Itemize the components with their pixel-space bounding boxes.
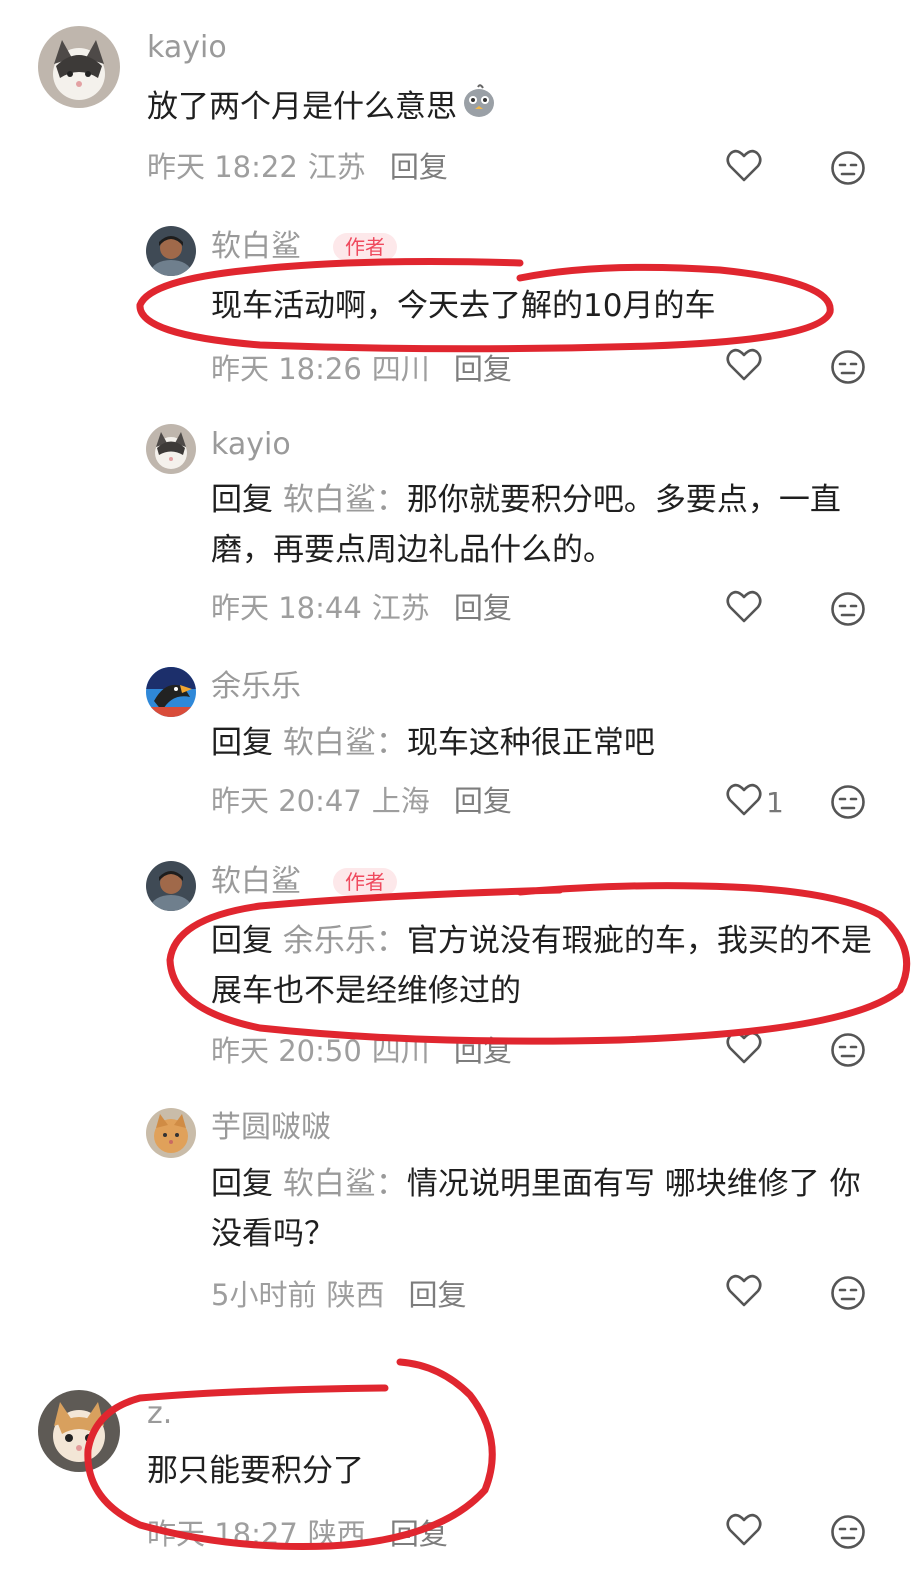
username[interactable]: z. (147, 1396, 172, 1432)
location: 四川 (371, 1034, 430, 1068)
heart-icon (726, 348, 762, 386)
comment-body: 放了两个月是什么意思 (147, 89, 457, 125)
comment-meta: 昨天 20:50 四川 回复 (211, 1033, 522, 1069)
unamused-face-icon (830, 1515, 866, 1554)
comment-body: 现车这种很正常吧 (406, 725, 655, 761)
reply-button[interactable]: 回复 (408, 1278, 466, 1312)
comment-meta: 昨天 20:47 上海 回复 (211, 783, 522, 819)
comment-text: 回复 软白鲨：那你就要积分吧。多要点，一直磨，再要点周边礼品什么的。 (211, 475, 891, 575)
reply-button[interactable]: 回复 (454, 784, 512, 818)
emoji-icon (461, 83, 497, 134)
person-avatar-icon[interactable] (146, 226, 196, 276)
heart-icon (726, 590, 762, 628)
like-button[interactable] (726, 348, 766, 386)
reply-prefix: 回复 (211, 923, 273, 959)
unamused-face-icon (830, 592, 866, 631)
comment-text: 回复 软白鲨：现车这种很正常吧 (211, 718, 891, 768)
reply-target[interactable]: 软白鲨： (283, 482, 407, 518)
dislike-button[interactable] (830, 150, 866, 190)
bird-avatar-icon[interactable] (146, 667, 196, 717)
reply-button[interactable]: 回复 (390, 150, 448, 184)
like-count: 1 (766, 785, 784, 819)
location: 上海 (371, 784, 430, 818)
timestamp: 昨天 18:26 (211, 352, 362, 386)
comment-text: 那只能要积分了 (147, 1446, 827, 1496)
reply-button[interactable]: 回复 (390, 1517, 448, 1551)
username[interactable]: 余乐乐 (211, 669, 301, 705)
reply-button[interactable]: 回复 (454, 1034, 512, 1068)
comment-meta: 昨天 18:27 陕西 回复 (147, 1516, 458, 1552)
heart-icon (726, 1274, 762, 1312)
timestamp: 昨天 18:27 (147, 1517, 298, 1551)
comment-meta: 昨天 18:44 江苏 回复 (211, 590, 522, 626)
heart-icon (726, 783, 762, 821)
comment-text: 现车活动啊，今天去了解的10月的车 (211, 281, 891, 331)
comment-meta: 昨天 18:26 四川 回复 (211, 351, 522, 387)
comment-text: 放了两个月是什么意思 (147, 82, 867, 134)
orange-cat-avatar-icon[interactable] (146, 1108, 196, 1158)
timestamp: 昨天 20:50 (211, 1034, 362, 1068)
timestamp: 昨天 18:22 (147, 150, 298, 184)
reply-prefix: 回复 (211, 1166, 273, 1202)
dislike-button[interactable] (830, 1275, 866, 1315)
heart-icon (726, 1031, 762, 1069)
like-button[interactable] (726, 149, 766, 187)
like-button[interactable] (726, 1274, 766, 1312)
comment-meta: 昨天 18:22 江苏 回复 (147, 149, 458, 185)
heart-icon (726, 149, 762, 187)
reply-button[interactable]: 回复 (454, 591, 512, 625)
username[interactable]: kayio (147, 30, 227, 66)
kitten-avatar-icon[interactable] (38, 1390, 120, 1472)
location: 陕西 (326, 1278, 385, 1312)
author-badge: 作者 (333, 868, 397, 896)
author-badge: 作者 (333, 233, 397, 261)
reply-prefix: 回复 (211, 482, 273, 518)
reply-target[interactable]: 余乐乐： (283, 923, 407, 959)
location: 江苏 (307, 150, 366, 184)
unamused-face-icon (830, 1276, 866, 1315)
unamused-face-icon (830, 151, 866, 190)
dislike-button[interactable] (830, 591, 866, 631)
username[interactable]: 软白鲨 (211, 229, 301, 265)
like-button[interactable] (726, 1031, 766, 1069)
dislike-button[interactable] (830, 1032, 866, 1072)
timestamp: 昨天 18:44 (211, 591, 362, 625)
unamused-face-icon (830, 785, 866, 824)
username[interactable]: kayio (211, 427, 291, 463)
reply-button[interactable]: 回复 (454, 352, 512, 386)
username[interactable]: 软白鲨 (211, 864, 301, 900)
heart-icon (726, 1513, 762, 1551)
reply-prefix: 回复 (211, 725, 273, 761)
comment-body: 现车活动啊，今天去了解的10月的车 (211, 288, 716, 324)
reply-target[interactable]: 软白鲨： (283, 725, 407, 761)
person-avatar-icon[interactable] (146, 861, 196, 911)
location: 江苏 (371, 591, 430, 625)
dislike-button[interactable] (830, 784, 866, 824)
username[interactable]: 芋圆啵啵 (211, 1110, 331, 1146)
timestamp: 5小时前 (211, 1278, 317, 1312)
timestamp: 昨天 20:47 (211, 784, 362, 818)
unamused-face-icon (830, 350, 866, 389)
unamused-face-icon (830, 1033, 866, 1072)
dislike-button[interactable] (830, 349, 866, 389)
location: 四川 (371, 352, 430, 386)
comment-text: 回复 软白鲨：情况说明里面有写 哪块维修了 你没看吗？ (211, 1159, 891, 1259)
like-button[interactable] (726, 590, 766, 628)
cat-avatar-icon[interactable] (146, 424, 196, 474)
cat-avatar-icon[interactable] (38, 26, 120, 108)
like-button[interactable] (726, 1513, 766, 1551)
comment-text: 回复 余乐乐：官方说没有瑕疵的车，我买的不是展车也不是经维修过的 (211, 916, 891, 1016)
like-button[interactable]: 1 (726, 783, 784, 821)
dislike-button[interactable] (830, 1514, 866, 1554)
comment-body: 那只能要积分了 (147, 1453, 364, 1489)
location: 陕西 (307, 1517, 366, 1551)
comment-meta: 5小时前 陕西 回复 (211, 1277, 476, 1313)
reply-target[interactable]: 软白鲨： (283, 1166, 407, 1202)
